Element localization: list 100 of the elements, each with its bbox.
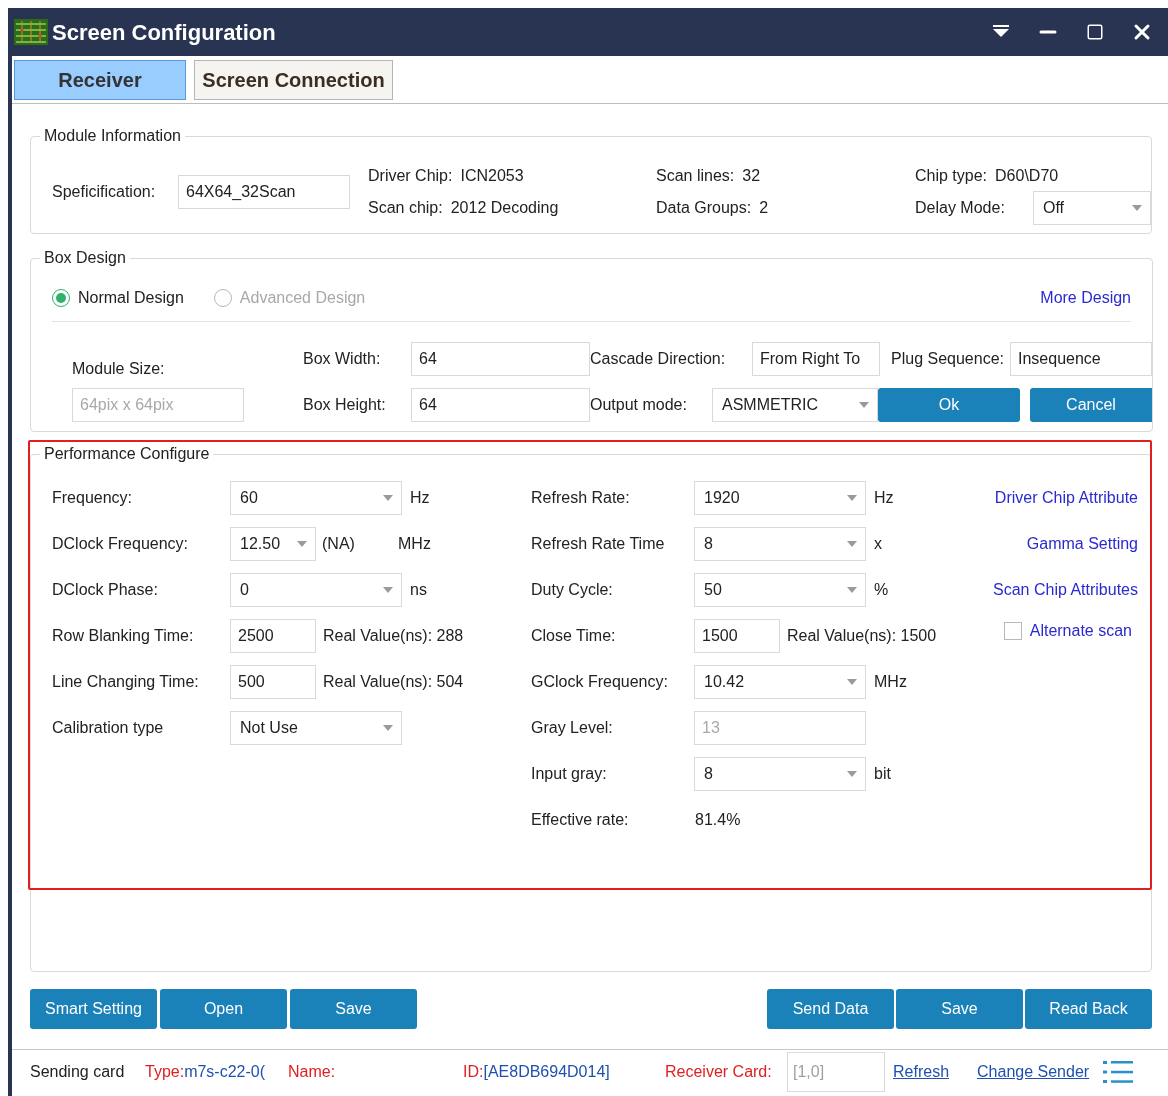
dropdown-caret-icon xyxy=(847,495,857,501)
input-field[interactable]: 500 xyxy=(230,665,316,699)
dropdown-caret-icon xyxy=(847,587,857,593)
input-field[interactable]: 64 xyxy=(411,388,590,422)
info-label: Driver Chip: xyxy=(368,166,453,186)
dropdown-caret-icon xyxy=(847,679,857,685)
field-label: DClock Phase: xyxy=(52,580,159,600)
more-design-link[interactable]: More Design xyxy=(1040,285,1131,310)
dropdown-caret-icon xyxy=(297,541,307,547)
field-label: Effective rate: xyxy=(531,810,630,830)
field-label: Refresh Rate: xyxy=(531,488,631,508)
info-label: Scan lines: xyxy=(656,166,735,186)
dropdown[interactable]: ASMMETRIC xyxy=(712,388,878,422)
field-label: Line Changing Time: xyxy=(52,672,200,692)
unit-label: MHz xyxy=(874,672,907,692)
field-label: Box Height: xyxy=(303,395,387,415)
dropdown-caret-icon xyxy=(1132,205,1142,211)
action-button[interactable]: Open xyxy=(160,989,287,1029)
dropdown[interactable]: Not Use xyxy=(230,711,402,745)
status-label: Receiver Card: xyxy=(665,1061,772,1082)
unit-label: bit xyxy=(874,764,891,784)
info-value: 2012 Decoding xyxy=(450,198,559,218)
field-label: DClock Frequency: xyxy=(52,534,190,554)
unit-label: Hz xyxy=(410,488,430,508)
value-text: 81.4% xyxy=(694,810,741,830)
info-value: D60\D70 xyxy=(995,166,1059,186)
input-field[interactable]: 2500 xyxy=(230,619,316,653)
note-text: (NA) xyxy=(322,534,356,554)
menu-icon[interactable] xyxy=(1103,1059,1134,1084)
dropdown[interactable]: 0 xyxy=(230,573,402,607)
field-label: Calibration type xyxy=(52,718,165,738)
field-label: Plug Sequence: xyxy=(890,349,1005,369)
field-label: Frequency: xyxy=(52,488,134,508)
maximize-icon[interactable] xyxy=(1086,23,1104,41)
field-label: Delay Mode: xyxy=(915,198,1006,218)
dropdown-caret-icon xyxy=(383,725,393,731)
radio-label: Advanced Design xyxy=(239,287,366,308)
dropdown-caret-icon xyxy=(383,587,393,593)
unit-label: % xyxy=(874,580,889,600)
note-text: Real Value(ns): 504 xyxy=(323,672,464,692)
input-field[interactable]: 64 xyxy=(411,342,590,376)
info-value: 32 xyxy=(742,166,761,186)
input-field[interactable]: 1500 xyxy=(694,619,780,653)
status-label: Name: xyxy=(288,1061,336,1082)
action-button[interactable]: Save xyxy=(290,989,417,1029)
dropdown-caret-icon xyxy=(383,495,393,501)
info-value: 2 xyxy=(759,198,769,218)
action-button[interactable]: Smart Setting xyxy=(30,989,157,1029)
checkbox[interactable] xyxy=(1003,622,1022,640)
tab[interactable]: Receiver xyxy=(14,60,186,100)
group-title: Module Information xyxy=(43,126,182,146)
dropdown[interactable]: Off xyxy=(1033,191,1151,225)
refresh-link[interactable]: Refresh xyxy=(893,1059,950,1084)
change-sender-link[interactable]: Change Sender xyxy=(977,1059,1090,1084)
status-text: Sending card xyxy=(30,1061,126,1082)
input-field[interactable]: From Right To xyxy=(752,342,880,376)
dropdown[interactable]: 12.50 xyxy=(230,527,316,561)
attribute-link[interactable]: Scan Chip Attributes xyxy=(993,578,1138,602)
field-label: GClock Frequency: xyxy=(531,672,669,692)
group-title: Box Design xyxy=(43,248,127,268)
field-label: Duty Cycle: xyxy=(531,580,614,600)
unit-label: Hz xyxy=(874,488,894,508)
field-label: Close Time: xyxy=(531,626,617,646)
circuit-board-icon xyxy=(14,19,48,45)
checkbox-label: Alternate scan xyxy=(1029,621,1132,641)
note-text: Real Value(ns): 288 xyxy=(323,626,464,646)
unit-label: ns xyxy=(410,580,427,600)
window-title: Screen Configuration xyxy=(52,18,276,47)
dropdown[interactable]: 10.42 xyxy=(694,665,866,699)
dropdown-menu-icon[interactable] xyxy=(992,25,1010,39)
info-label: Scan chip: xyxy=(368,198,443,218)
attribute-link[interactable]: Gamma Setting xyxy=(1026,532,1138,556)
dropdown[interactable]: 8 xyxy=(694,757,866,791)
input-field[interactable]: 64X64_32Scan xyxy=(178,175,350,209)
ok-button[interactable]: Ok xyxy=(878,388,1020,422)
status-value: [AE8DB694D014] xyxy=(483,1061,610,1082)
dropdown[interactable]: 1920 xyxy=(694,481,866,515)
field-label: Refresh Rate Time xyxy=(531,534,666,554)
status-label: Type: xyxy=(145,1061,185,1082)
action-button[interactable]: Send Data xyxy=(767,989,894,1029)
info-label: Chip type: xyxy=(915,166,988,186)
note-text: Real Value(ns): 1500 xyxy=(787,626,937,646)
info-value: ICN2053 xyxy=(460,166,524,186)
dropdown-caret-icon xyxy=(859,402,869,408)
field-label: Input gray: xyxy=(531,764,608,784)
dropdown[interactable]: 50 xyxy=(694,573,866,607)
dropdown[interactable]: 60 xyxy=(230,481,402,515)
action-button[interactable]: Read Back xyxy=(1025,989,1152,1029)
input-field[interactable]: Insequence xyxy=(1010,342,1152,376)
attribute-link[interactable]: Driver Chip Attribute xyxy=(994,486,1138,510)
dropdown-caret-icon xyxy=(847,541,857,547)
action-button[interactable]: Save xyxy=(896,989,1023,1029)
field-label: Speficification: xyxy=(52,182,157,202)
cancel-button[interactable]: Cancel xyxy=(1030,388,1152,422)
dropdown[interactable]: 8 xyxy=(694,527,866,561)
field-label: Cascade Direction: xyxy=(590,349,727,369)
radio-button[interactable] xyxy=(52,288,70,307)
tab[interactable]: Screen Connection xyxy=(194,60,393,100)
info-label: Data Groups: xyxy=(656,198,752,218)
unit-label: x xyxy=(874,534,882,554)
